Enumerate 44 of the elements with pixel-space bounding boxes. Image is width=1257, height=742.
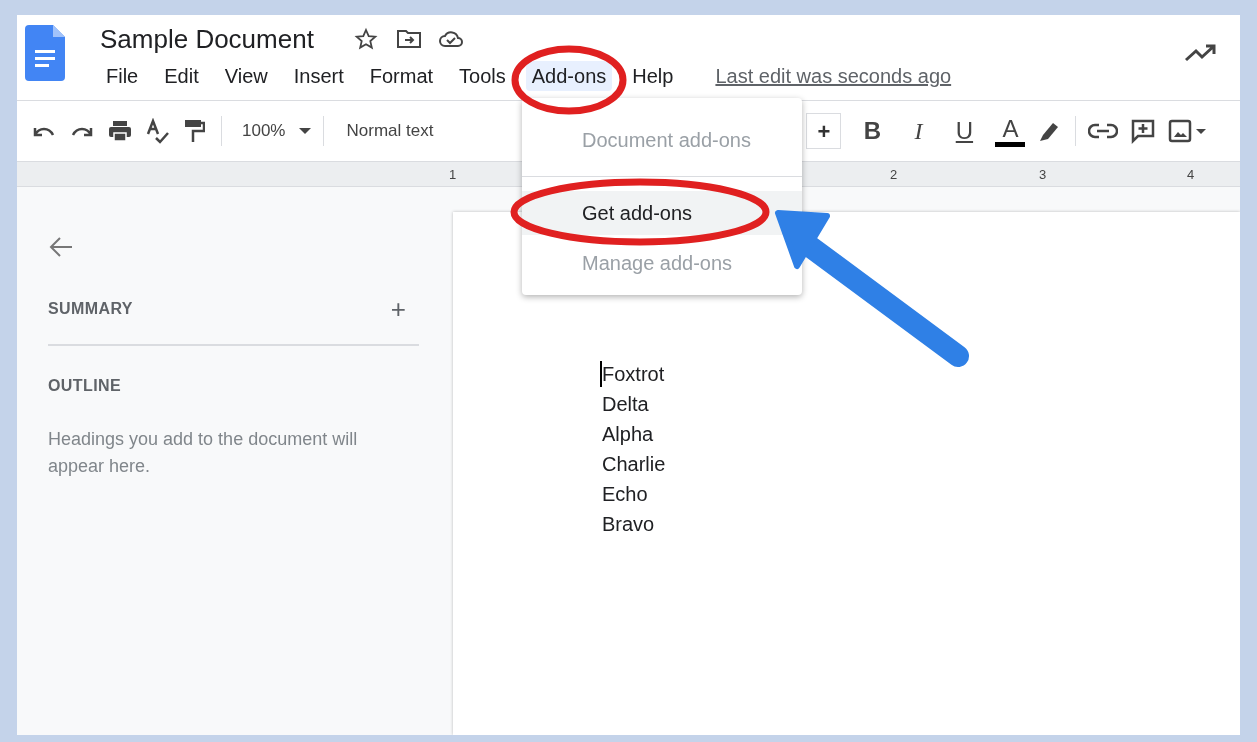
- document-text-line: Delta: [602, 392, 650, 417]
- ruler-number: 1: [449, 166, 457, 184]
- section-heading: OUTLINE: [48, 376, 123, 396]
- text-color-button[interactable]: A: [995, 115, 1026, 147]
- ruler-number: 2: [890, 166, 898, 184]
- menu-item[interactable]: Tools: [453, 61, 512, 91]
- document-text-line: Foxtrot: [602, 362, 666, 387]
- spellcheck-icon[interactable]: [145, 118, 171, 144]
- menu-item[interactable]: Edit: [158, 61, 205, 91]
- document-title[interactable]: Sample Document: [100, 19, 314, 59]
- caret-icon: [299, 128, 312, 134]
- italic-button[interactable]: I: [903, 113, 934, 149]
- last-edit-link[interactable]: Last edit was seconds ago: [715, 61, 952, 91]
- paragraph-style-dropdown[interactable]: Normal text: [346, 118, 434, 144]
- menu-item[interactable]: Add-ons: [525, 61, 613, 91]
- image-icon[interactable]: [1168, 119, 1207, 143]
- section-heading: SUMMARY: [48, 299, 133, 319]
- folder-icon[interactable]: [395, 28, 422, 50]
- add-comment-icon[interactable]: [1130, 118, 1157, 144]
- docs-logo-icon[interactable]: [25, 25, 65, 81]
- bold-button[interactable]: B: [857, 113, 888, 149]
- back-arrow-icon[interactable]: [48, 236, 74, 258]
- font-size-increase-button[interactable]: +: [806, 113, 842, 149]
- print-icon[interactable]: [107, 119, 133, 143]
- star-icon[interactable]: [353, 27, 378, 51]
- document-text-line: Charlie: [602, 452, 666, 477]
- link-icon[interactable]: [1088, 122, 1119, 140]
- outline-hint: Headings you add to the document will appear here.: [48, 428, 359, 478]
- document-text-line: Echo: [602, 482, 649, 507]
- cloud-icon[interactable]: [437, 29, 464, 49]
- menu-item[interactable]: Format: [363, 61, 440, 91]
- document-text-line: Alpha: [602, 422, 655, 447]
- menu-item[interactable]: Help: [626, 61, 680, 91]
- ruler-number: 3: [1039, 166, 1047, 184]
- document-text-line: Bravo: [602, 512, 656, 537]
- zoom-dropdown[interactable]: 100%: [242, 118, 312, 144]
- paint-format-icon[interactable]: [183, 118, 205, 144]
- underline-button[interactable]: U: [949, 113, 980, 149]
- menu-item[interactable]: Insert: [287, 61, 350, 91]
- ruler-number: 4: [1187, 166, 1195, 184]
- menu-item[interactable]: File: [100, 61, 145, 91]
- menu-item[interactable]: View: [218, 61, 274, 91]
- add-summary-button[interactable]: +: [390, 296, 406, 322]
- activity-icon[interactable]: [1184, 43, 1218, 63]
